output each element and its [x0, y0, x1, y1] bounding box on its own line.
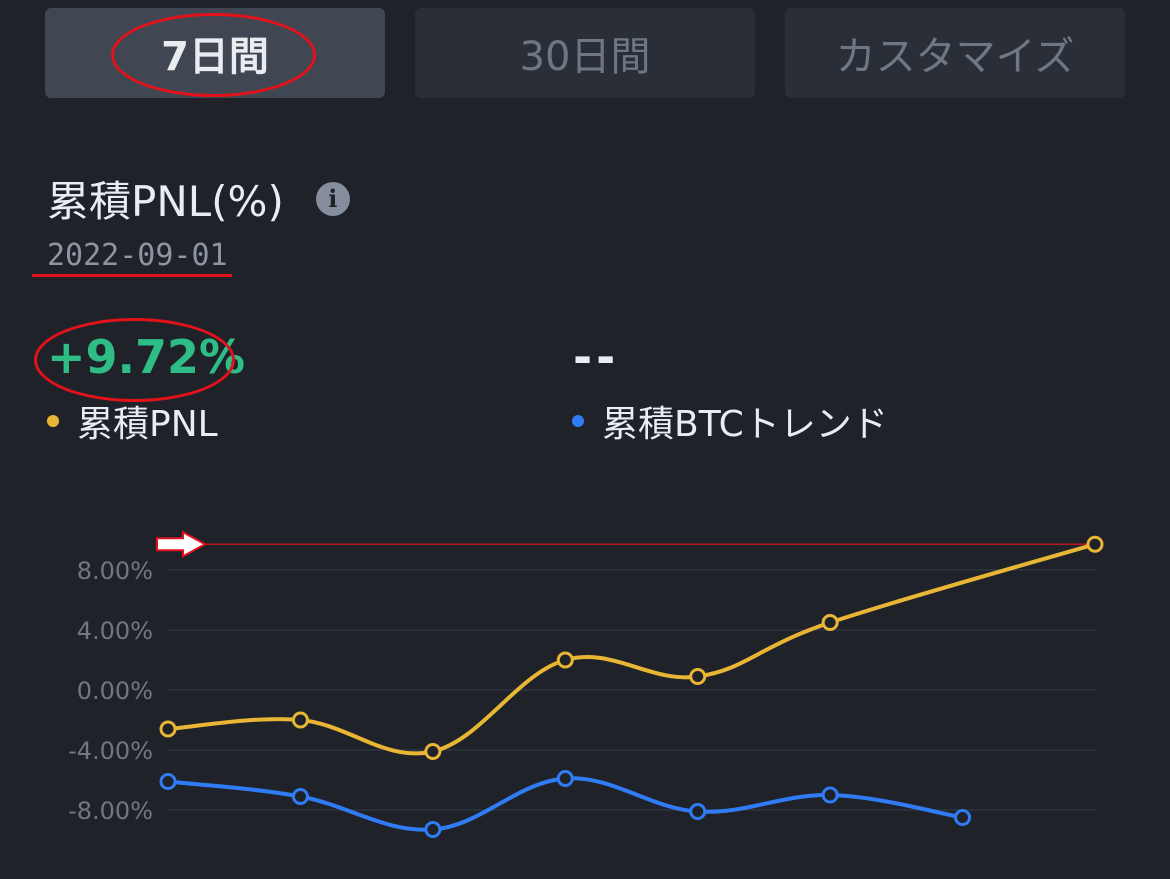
data-point-btc — [424, 821, 442, 838]
y-tick-label: 4.00% — [77, 617, 153, 645]
arrow-right-icon — [156, 530, 208, 558]
data-point-pnl — [689, 668, 707, 685]
data-point-btc — [954, 809, 972, 826]
y-tick-label: 8.00% — [77, 557, 153, 585]
data-point-btc — [821, 786, 839, 804]
data-point-pnl — [291, 711, 309, 729]
data-point-btc — [689, 803, 707, 820]
data-point-pnl — [821, 614, 839, 631]
data-point-btc — [556, 770, 574, 787]
y-tick-label: -4.00% — [68, 737, 153, 765]
data-point-btc — [159, 773, 177, 790]
data-point-pnl — [159, 720, 177, 738]
data-point-pnl — [1086, 535, 1104, 553]
data-point-pnl — [424, 743, 442, 760]
y-tick-label: 0.00% — [77, 677, 153, 705]
pnl-chart: 8.00% 4.00% 0.00% -4.00% -8.00% — [68, 530, 1104, 838]
data-point-btc — [291, 788, 309, 805]
data-point-pnl — [556, 651, 574, 669]
y-tick-label: -8.00% — [68, 797, 153, 825]
